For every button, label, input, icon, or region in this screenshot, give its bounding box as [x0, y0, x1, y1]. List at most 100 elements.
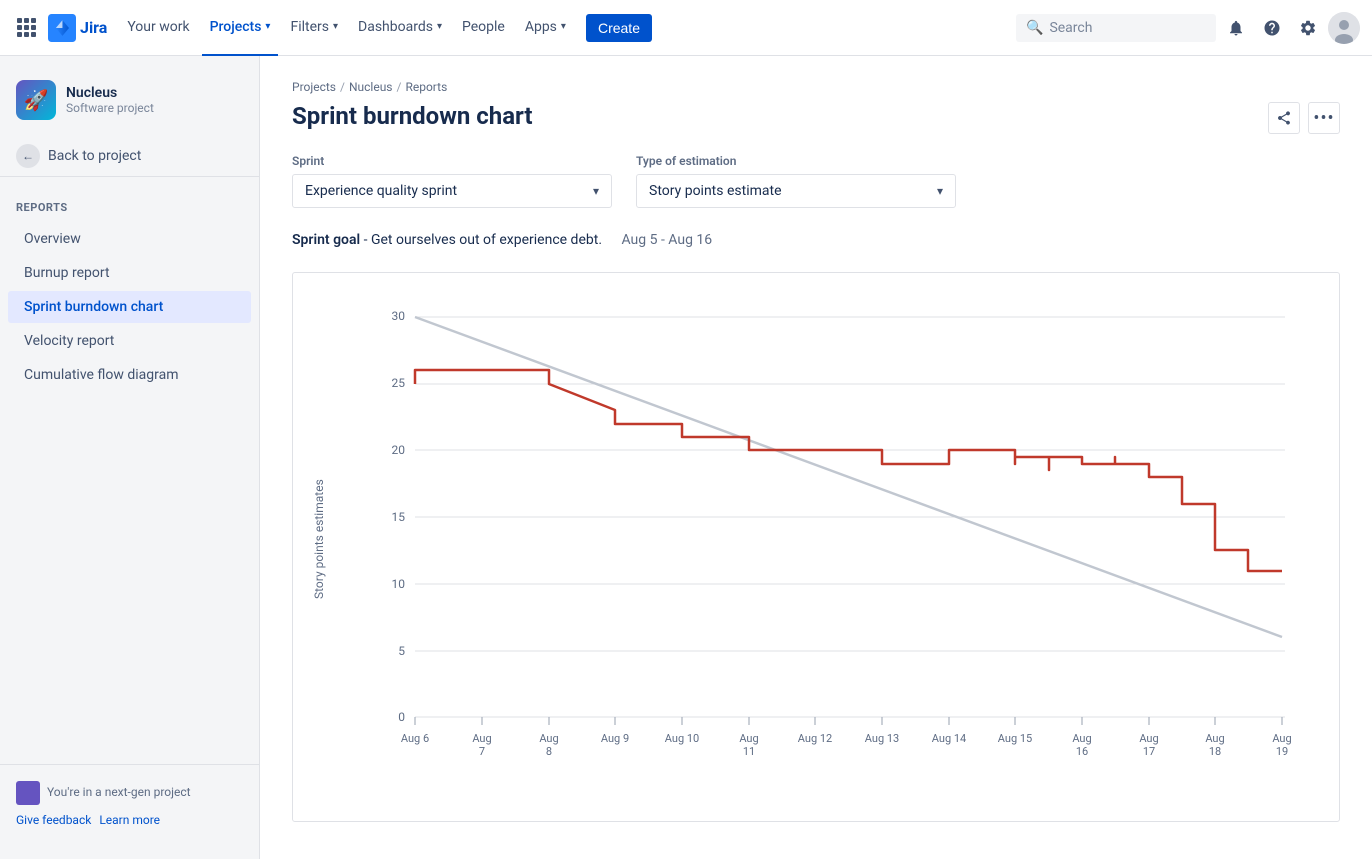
actual-line	[415, 370, 1282, 571]
svg-text:Aug 12: Aug 12	[798, 732, 832, 745]
project-info: Nucleus Software project	[66, 85, 154, 115]
estimation-filter-group: Type of estimation Story points estimate…	[636, 154, 956, 208]
burndown-chart-svg: 0 5 10 15 20 25 30	[337, 297, 1323, 777]
avatar[interactable]	[1328, 12, 1360, 44]
svg-text:10: 10	[392, 577, 406, 591]
breadcrumb-nucleus[interactable]: Nucleus	[349, 80, 393, 94]
app-grid-button[interactable]	[12, 14, 40, 42]
sidebar-item-burnup[interactable]: Burnup report	[8, 257, 251, 289]
svg-text:8: 8	[546, 745, 552, 758]
nav-filters[interactable]: Filters ▾	[282, 0, 346, 56]
sprint-dates: Aug 5 - Aug 16	[622, 232, 713, 248]
breadcrumb-sep-2: /	[397, 80, 402, 94]
search-box[interactable]: 🔍 Search	[1016, 14, 1216, 42]
estimation-label: Type of estimation	[636, 154, 956, 168]
nav-apps[interactable]: Apps ▾	[517, 0, 574, 56]
project-type: Software project	[66, 101, 154, 115]
apps-chevron-icon: ▾	[561, 21, 566, 32]
bell-icon	[1227, 19, 1245, 37]
estimation-select[interactable]: Story points estimate ▾	[636, 174, 956, 208]
back-arrow-icon: ←	[16, 144, 40, 168]
chart-area: 0 5 10 15 20 25 30	[337, 297, 1323, 781]
sidebar-bottom: You're in a next-gen project Give feedba…	[0, 764, 259, 843]
svg-text:5: 5	[398, 644, 405, 658]
svg-text:25: 25	[392, 376, 406, 390]
jira-text: Jira	[80, 18, 107, 37]
svg-text:Aug: Aug	[539, 732, 558, 745]
y-axis-label: Story points estimates	[309, 297, 329, 781]
give-feedback-link[interactable]: Give feedback	[16, 813, 91, 827]
avatar-image	[1328, 12, 1360, 44]
help-icon	[1263, 19, 1281, 37]
svg-text:16: 16	[1076, 745, 1088, 758]
page-header: Sprint burndown chart •••	[292, 102, 1340, 154]
svg-text:20: 20	[392, 443, 406, 457]
back-to-project-button[interactable]: ← Back to project	[0, 136, 259, 177]
page-title: Sprint burndown chart	[292, 102, 533, 130]
next-gen-text: You're in a next-gen project	[16, 781, 243, 805]
main-content: Projects / Nucleus / Reports Sprint burn…	[260, 56, 1372, 859]
more-icon: •••	[1313, 108, 1334, 129]
svg-text:Aug 15: Aug 15	[998, 732, 1032, 745]
dashboards-chevron-icon: ▾	[437, 21, 442, 32]
learn-more-link[interactable]: Learn more	[99, 813, 160, 827]
project-icon: 🚀	[16, 80, 56, 120]
sprint-label: Sprint	[292, 154, 612, 168]
sprint-goal-text: - Get ourselves out of experience debt.	[364, 232, 602, 248]
top-navigation: Jira Your work Projects ▾ Filters ▾ Dash…	[0, 0, 1372, 56]
svg-text:19: 19	[1276, 745, 1288, 758]
svg-text:Aug: Aug	[1139, 732, 1158, 745]
jira-logo[interactable]: Jira	[48, 14, 107, 42]
svg-text:30: 30	[392, 309, 406, 323]
svg-text:Aug: Aug	[739, 732, 758, 745]
svg-text:17: 17	[1143, 745, 1155, 758]
svg-text:11: 11	[743, 745, 755, 758]
svg-text:15: 15	[392, 510, 406, 524]
svg-text:Aug 9: Aug 9	[601, 732, 629, 745]
breadcrumb-reports[interactable]: Reports	[405, 80, 447, 94]
more-options-button[interactable]: •••	[1308, 102, 1340, 134]
breadcrumb: Projects / Nucleus / Reports	[292, 80, 1340, 94]
sidebar: 🚀 Nucleus Software project ← Back to pro…	[0, 56, 260, 859]
project-name: Nucleus	[66, 85, 154, 101]
create-button[interactable]: Create	[586, 14, 652, 42]
nav-dashboards[interactable]: Dashboards ▾	[350, 0, 450, 56]
svg-text:Aug: Aug	[1272, 732, 1291, 745]
search-placeholder: Search	[1049, 20, 1092, 36]
filters-row: Sprint Experience quality sprint ▾ Type …	[292, 154, 1340, 208]
svg-text:18: 18	[1209, 745, 1221, 758]
search-icon: 🔍	[1026, 20, 1043, 36]
sprint-select[interactable]: Experience quality sprint ▾	[292, 174, 612, 208]
svg-text:Aug 10: Aug 10	[665, 732, 699, 745]
sidebar-item-velocity[interactable]: Velocity report	[8, 325, 251, 357]
sprint-filter-group: Sprint Experience quality sprint ▾	[292, 154, 612, 208]
nav-your-work[interactable]: Your work	[119, 0, 197, 56]
svg-text:Aug 6: Aug 6	[401, 732, 429, 745]
share-button[interactable]	[1268, 102, 1300, 134]
svg-text:0: 0	[398, 710, 405, 724]
sidebar-item-cumulative[interactable]: Cumulative flow diagram	[8, 359, 251, 391]
svg-text:Aug 14: Aug 14	[932, 732, 966, 745]
nav-projects[interactable]: Projects ▾	[202, 0, 279, 56]
settings-icon	[1299, 19, 1317, 37]
breadcrumb-sep-1: /	[340, 80, 345, 94]
nav-people[interactable]: People	[454, 0, 513, 56]
chart-wrapper: Story points estimates	[309, 297, 1323, 781]
project-header: 🚀 Nucleus Software project	[0, 72, 259, 136]
sprint-goal-prefix: Sprint goal	[292, 232, 360, 248]
help-button[interactable]	[1256, 12, 1288, 44]
sidebar-item-sprint-burndown[interactable]: Sprint burndown chart	[8, 291, 251, 323]
sidebar-item-overview[interactable]: Overview	[8, 223, 251, 255]
next-gen-icon	[16, 781, 40, 805]
breadcrumb-projects[interactable]: Projects	[292, 80, 336, 94]
notifications-button[interactable]	[1220, 12, 1252, 44]
reports-section-title: Reports	[0, 193, 259, 222]
share-icon	[1276, 110, 1292, 126]
main-layout: 🚀 Nucleus Software project ← Back to pro…	[0, 56, 1372, 859]
svg-text:Aug: Aug	[1072, 732, 1091, 745]
settings-button[interactable]	[1292, 12, 1324, 44]
projects-chevron-icon: ▾	[265, 21, 270, 32]
sidebar-links: Give feedback Learn more	[16, 813, 243, 827]
chart-container: Story points estimates	[292, 272, 1340, 822]
svg-text:7: 7	[479, 745, 485, 758]
